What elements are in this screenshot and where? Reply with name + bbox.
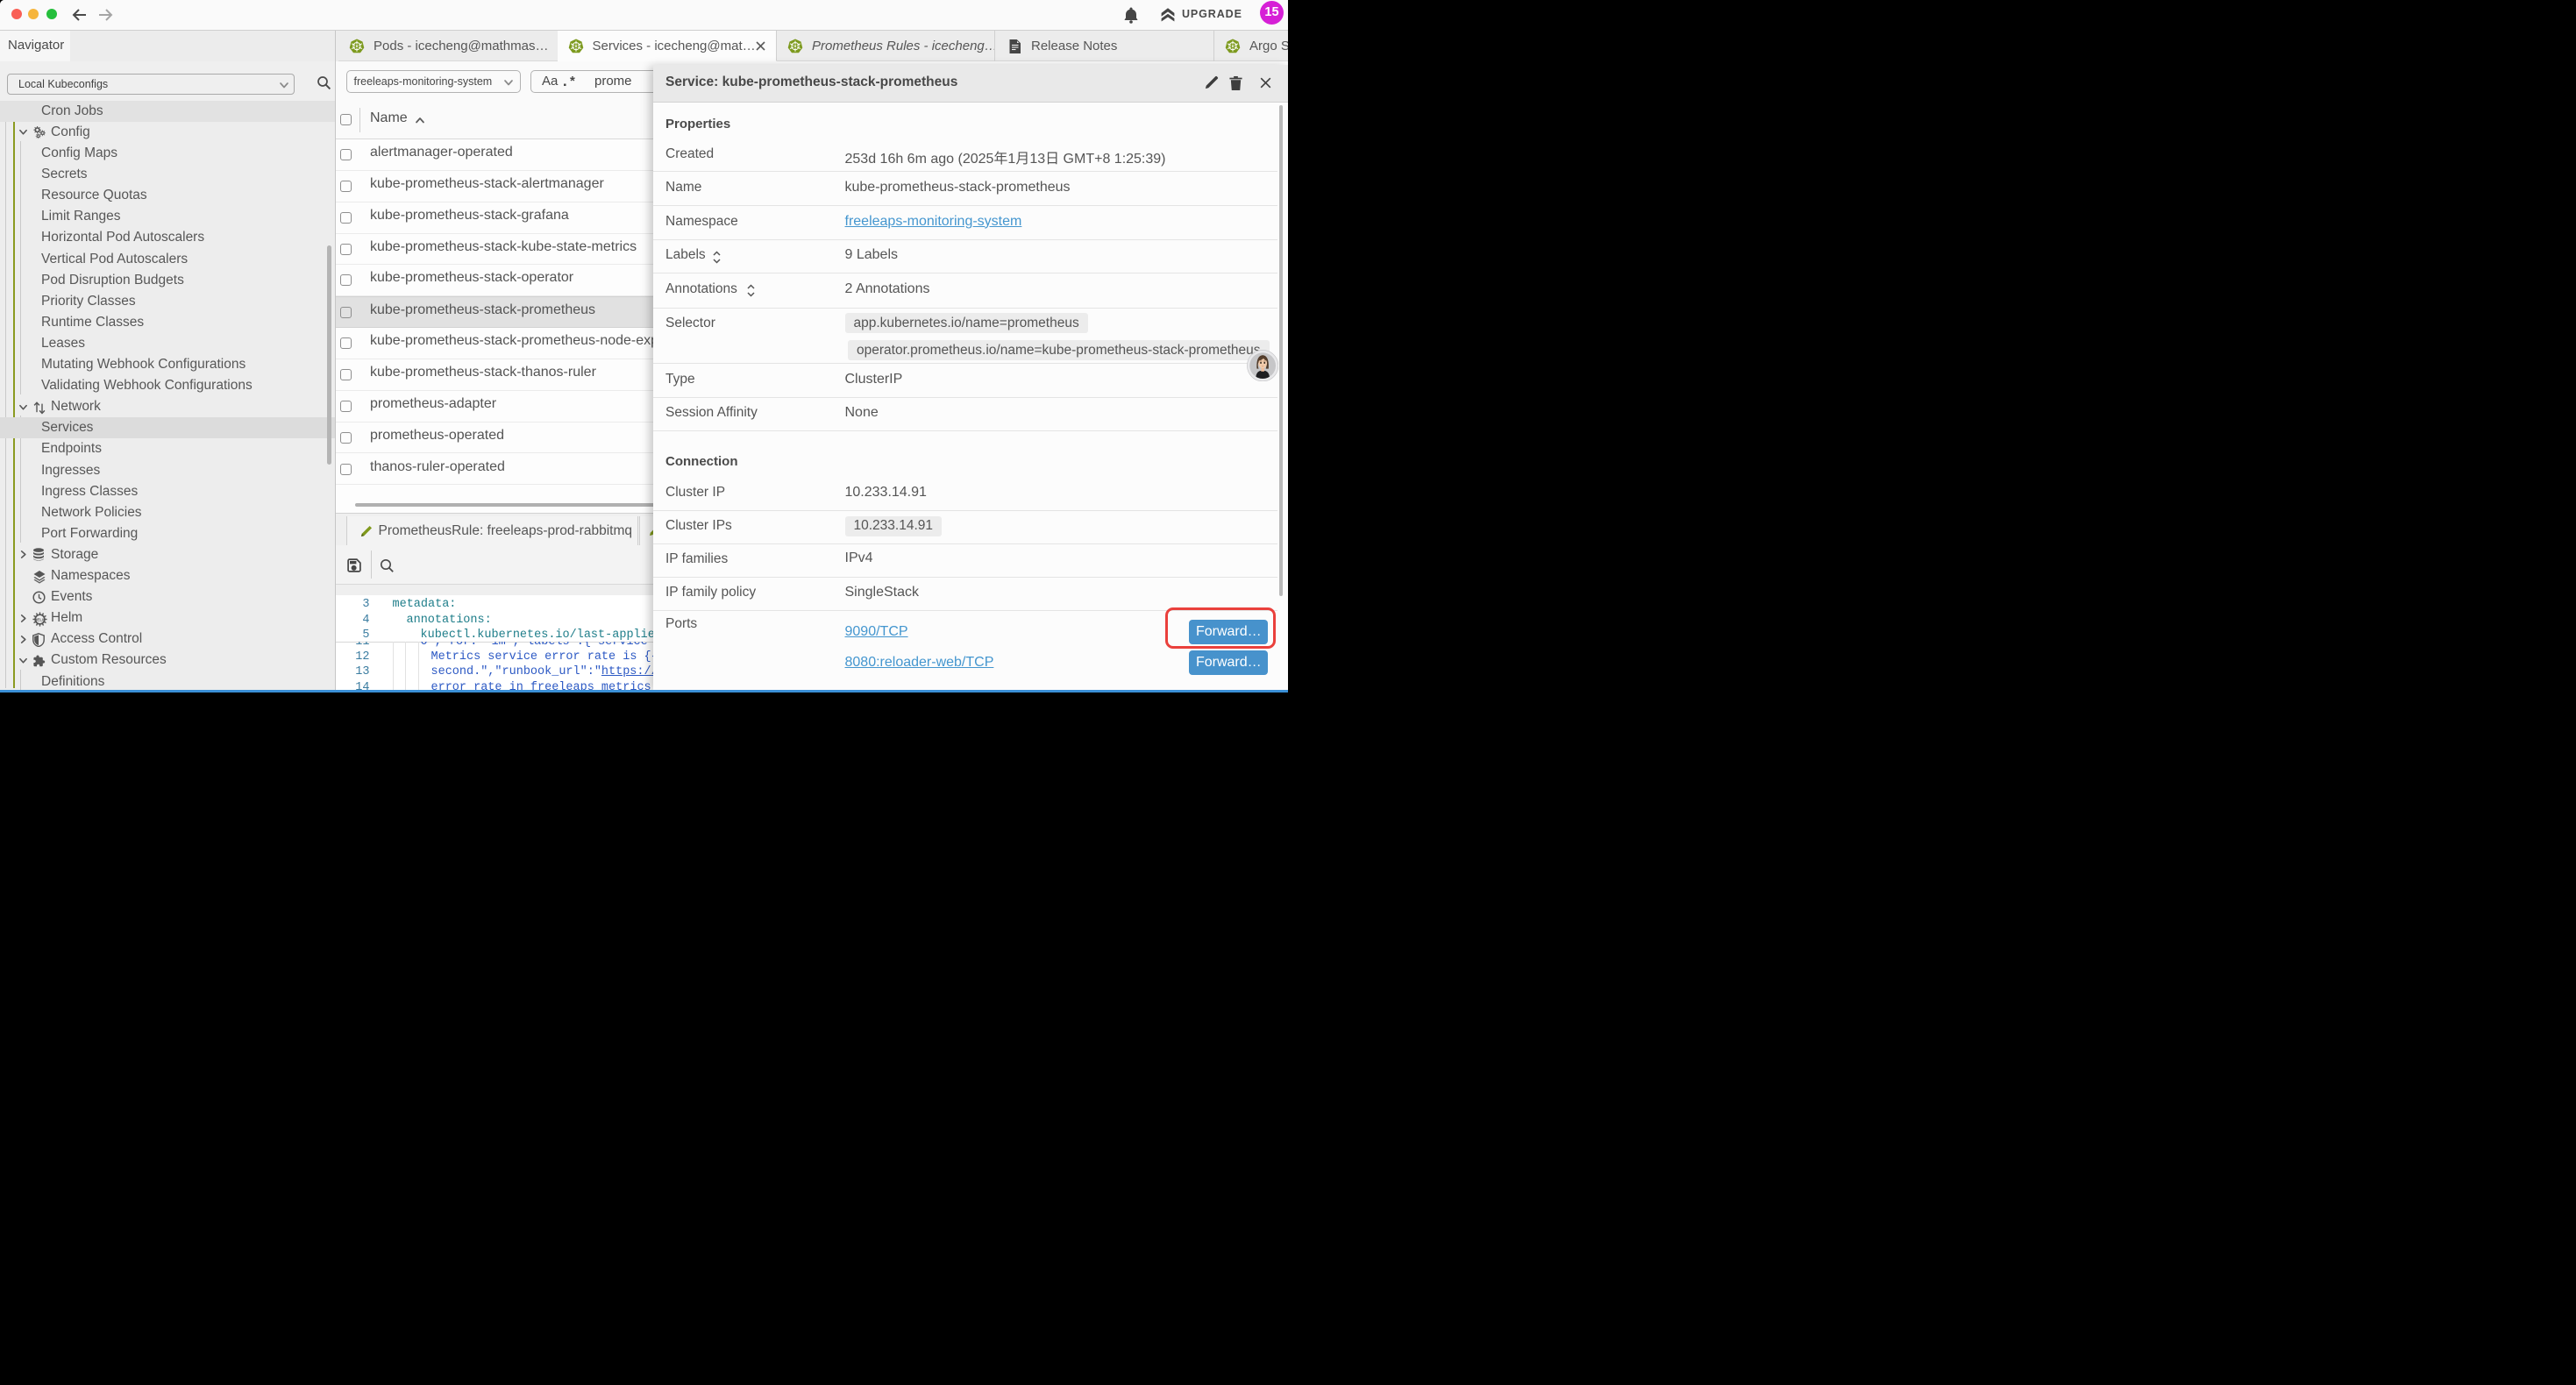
svg-text:HELM: HELM [34,617,46,621]
